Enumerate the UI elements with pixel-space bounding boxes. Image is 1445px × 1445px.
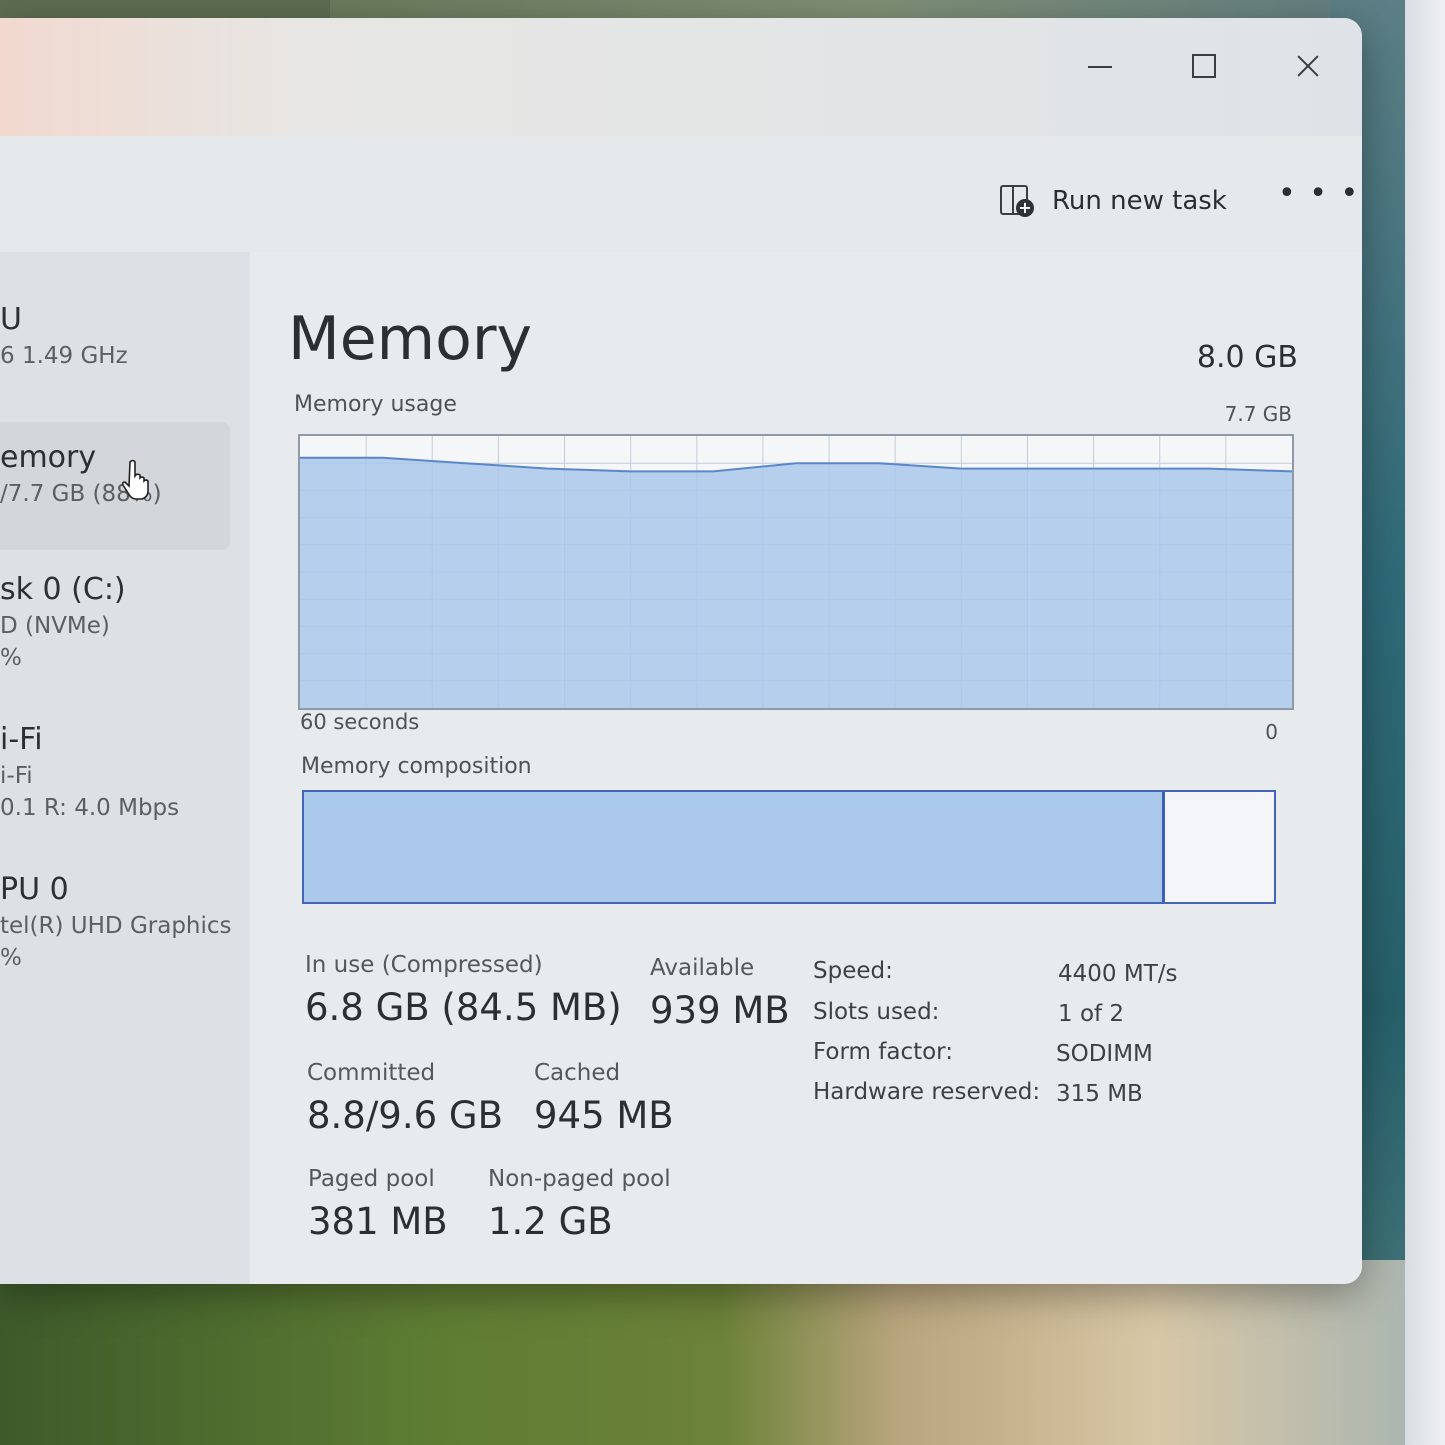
sidebar-item-subtitle: /7.7 GB (88%) bbox=[0, 481, 162, 507]
stat-label: Committed bbox=[307, 1060, 436, 1086]
graph-axis-right-label: 0 bbox=[1265, 720, 1278, 744]
memory-composition-bar bbox=[302, 790, 1276, 904]
memory-composition-label: Memory composition bbox=[301, 754, 532, 779]
memory-usage-max: 7.7 GB bbox=[1224, 402, 1292, 426]
spec-hw-reserved-value: 315 MB bbox=[1056, 1081, 1143, 1107]
stat-committed: Committed 8.8/9.6 GB bbox=[307, 1060, 503, 1137]
memory-panel: Memory 8.0 GB Memory usage 7.7 GB 60 sec… bbox=[250, 252, 1362, 1284]
spec-form-value: SODIMM bbox=[1056, 1041, 1153, 1067]
sidebar-item-extra: 0.1 R: 4.0 Mbps bbox=[0, 795, 180, 821]
maximize-button[interactable] bbox=[1175, 46, 1231, 86]
minimize-button[interactable] bbox=[1072, 46, 1128, 86]
memory-usage-label: Memory usage bbox=[294, 392, 457, 417]
spec-speed-value: 4400 MT/s bbox=[1058, 961, 1178, 987]
sidebar-item-cpu[interactable]: U 6 1.49 GHz bbox=[0, 302, 230, 369]
sidebar-item-title: U bbox=[0, 302, 22, 337]
more-options-button[interactable]: • • • bbox=[1278, 179, 1360, 209]
stat-value: 8.8/9.6 GB bbox=[307, 1094, 503, 1137]
stat-label: Paged pool bbox=[308, 1166, 435, 1192]
sidebar-item-title: sk 0 (C:) bbox=[0, 572, 126, 607]
close-button[interactable] bbox=[1280, 46, 1336, 86]
memory-composition-in-use bbox=[304, 792, 1166, 902]
sidebar-item-subtitle: D (NVMe) bbox=[0, 613, 110, 639]
sidebar-item-title: emory bbox=[0, 440, 97, 475]
memory-usage-graph bbox=[298, 434, 1294, 710]
sidebar: U 6 1.49 GHz emory /7.7 GB (88%) sk 0 (C… bbox=[0, 252, 250, 1284]
run-new-task-label: Run new task bbox=[1052, 186, 1227, 216]
stat-paged-pool: Paged pool 381 MB bbox=[308, 1166, 448, 1243]
run-task-icon: + bbox=[998, 183, 1034, 219]
total-memory: 8.0 GB bbox=[1196, 340, 1298, 375]
spec-hw-reserved-label: Hardware reserved: bbox=[813, 1079, 1041, 1105]
sidebar-item-subtitle: 6 1.49 GHz bbox=[0, 343, 128, 369]
page-title: Memory bbox=[288, 304, 533, 374]
stat-label: Non-paged pool bbox=[488, 1166, 671, 1192]
sidebar-item-title: PU 0 bbox=[0, 872, 69, 907]
spec-slots-label: Slots used: bbox=[813, 999, 940, 1025]
stat-value: 6.8 GB (84.5 MB) bbox=[305, 986, 622, 1029]
memory-usage-area bbox=[300, 457, 1292, 708]
task-manager-window: + Run new task • • • U 6 1.49 GHz emory … bbox=[0, 18, 1362, 1284]
stat-value: 945 MB bbox=[534, 1094, 674, 1137]
stat-cached: Cached 945 MB bbox=[534, 1060, 674, 1137]
toolbar: + Run new task • • • bbox=[0, 136, 1362, 253]
spec-speed-label: Speed: bbox=[813, 958, 893, 984]
spec-form-label: Form factor: bbox=[813, 1039, 953, 1065]
sidebar-item-extra: % bbox=[0, 645, 22, 671]
memory-usage-chart bbox=[300, 436, 1292, 708]
stat-label: Cached bbox=[534, 1060, 621, 1086]
screen-edge bbox=[1405, 0, 1445, 1445]
title-bar[interactable] bbox=[0, 18, 1362, 136]
stat-available: Available 939 MB bbox=[650, 955, 790, 1032]
desktop-wallpaper-bottom bbox=[0, 1260, 1445, 1445]
sidebar-item-memory[interactable]: emory /7.7 GB (88%) bbox=[0, 422, 230, 550]
hand-cursor-icon bbox=[122, 459, 149, 500]
sidebar-item-title: i-Fi bbox=[0, 722, 43, 757]
sidebar-item-wifi[interactable]: i-Fi i-Fi 0.1 R: 4.0 Mbps bbox=[0, 722, 230, 821]
sidebar-item-subtitle: i-Fi bbox=[0, 763, 33, 789]
stat-value: 381 MB bbox=[308, 1200, 448, 1243]
graph-axis-left-label: 60 seconds bbox=[300, 710, 420, 734]
sidebar-item-subtitle: tel(R) UHD Graphics bbox=[0, 913, 232, 939]
stat-label: Available bbox=[650, 955, 755, 981]
sidebar-item-disk[interactable]: sk 0 (C:) D (NVMe) % bbox=[0, 572, 230, 671]
sidebar-item-gpu[interactable]: PU 0 tel(R) UHD Graphics % bbox=[0, 872, 232, 971]
sidebar-item-extra: % bbox=[0, 945, 22, 971]
spec-slots-value: 1 of 2 bbox=[1058, 1001, 1125, 1027]
stat-in-use: In use (Compressed) 6.8 GB (84.5 MB) bbox=[305, 952, 622, 1029]
stat-value: 939 MB bbox=[650, 989, 790, 1032]
run-new-task-button[interactable]: + Run new task bbox=[998, 176, 1227, 226]
stat-non-paged-pool: Non-paged pool 1.2 GB bbox=[488, 1166, 671, 1243]
stat-label: In use (Compressed) bbox=[305, 952, 543, 978]
stat-value: 1.2 GB bbox=[488, 1200, 613, 1243]
